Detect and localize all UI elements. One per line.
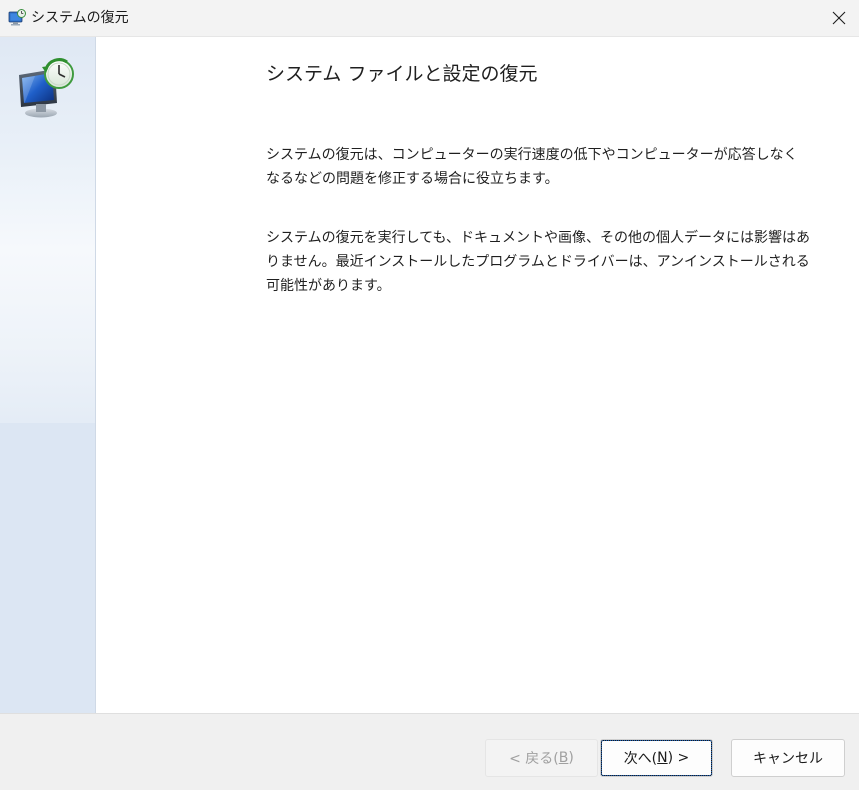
description-paragraph-2: システムの復元を実行しても、ドキュメントや画像、その他の個人データには影響はあり…: [266, 230, 811, 294]
close-icon: [832, 11, 845, 25]
system-restore-monitor-clock-icon: [19, 58, 74, 118]
next-button-prefix: 次へ(: [623, 751, 658, 767]
close-button[interactable]: [818, 0, 859, 36]
next-button-suffix: ) >: [667, 750, 690, 766]
back-button-accel: B: [558, 750, 569, 766]
page-heading: システム ファイルと設定の復元: [266, 63, 538, 85]
button-footer: < 戻る(B) 次へ(N) > キャンセル: [0, 713, 859, 790]
system-restore-window: システムの復元 システム ファイルと設定の復元 システムの復元は、コンピューター…: [0, 0, 859, 790]
title-bar: システムの復元: [0, 0, 859, 37]
system-restore-icon: [8, 9, 26, 26]
window-title: システムの復元: [31, 10, 129, 26]
cancel-button[interactable]: キャンセル: [731, 739, 845, 777]
next-button[interactable]: 次へ(N) >: [600, 739, 713, 777]
wizard-content: システム ファイルと設定の復元 システムの復元は、コンピューターの実行速度の低下…: [96, 37, 859, 713]
back-button[interactable]: < 戻る(B): [485, 739, 598, 777]
back-button-prefix: < 戻る(: [509, 751, 559, 767]
description-paragraph-1: システムの復元は、コンピューターの実行速度の低下やコンピューターが応答しなくなる…: [266, 147, 798, 187]
wizard-sidebar: [0, 37, 96, 713]
back-button-suffix: ): [568, 750, 574, 766]
next-button-accel: N: [657, 750, 668, 766]
